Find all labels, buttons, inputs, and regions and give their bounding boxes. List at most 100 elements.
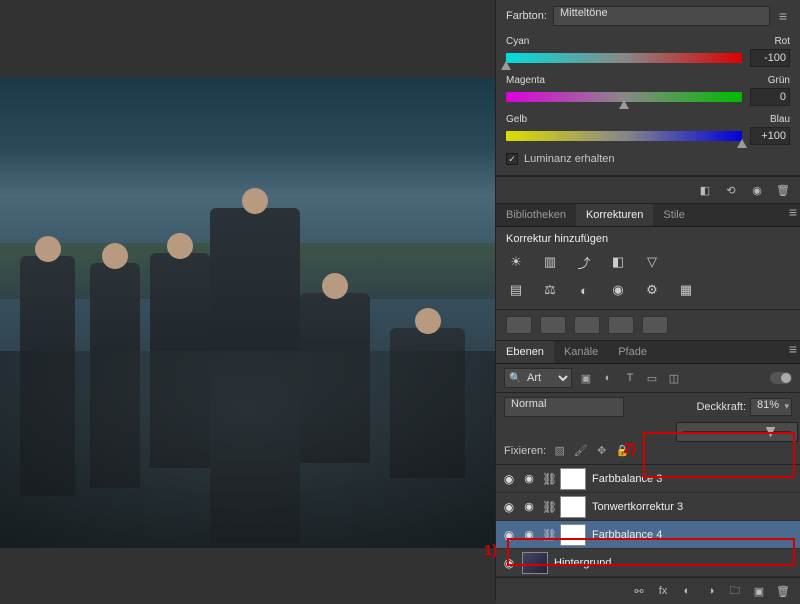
adjustments-heading: Korrektur hinzufügen (506, 233, 790, 245)
layers-panel: Ebenen Kanäle Pfade ≡ 🔍 Art ▣ ◐ T ▭ ◫ (496, 341, 800, 604)
properties-footer: ◧ ⟲ ◉ 🗑 (496, 176, 800, 204)
visibility-toggle-icon[interactable]: ◉ (522, 528, 536, 541)
new-layer-icon[interactable]: ▣ (750, 582, 768, 600)
slider-left-label: Gelb (506, 114, 527, 125)
preset-thumb[interactable] (642, 316, 668, 334)
preset-thumb[interactable] (574, 316, 600, 334)
slider-left-label: Cyan (506, 36, 529, 47)
color-lookup-icon[interactable]: ▦ (676, 281, 696, 299)
layer-row[interactable]: ◉ ◉ ⛓ Farbbalance 4 (496, 521, 800, 549)
layer-name[interactable]: Farbbalance 3 (592, 473, 662, 485)
visibility-toggle-icon[interactable]: ◉ (502, 556, 516, 570)
layer-name[interactable]: Farbbalance 4 (592, 529, 662, 541)
slider-right-label: Blau (770, 114, 790, 125)
filter-type-icon[interactable]: T (622, 370, 638, 386)
lock-pixels-icon[interactable]: 🖌 (573, 443, 588, 458)
adjustment-presets (496, 310, 800, 341)
link-icon[interactable]: ⛓ (542, 500, 554, 514)
reset-icon[interactable]: ⟲ (722, 181, 740, 199)
canvas-area (0, 0, 495, 600)
search-icon: 🔍 (509, 373, 521, 384)
opacity-label: Deckkraft: (696, 401, 746, 413)
annotation-label-2: 2) (623, 440, 636, 457)
bw-icon[interactable]: ◐ (574, 281, 594, 299)
yellow-blue-value[interactable] (750, 127, 790, 145)
layer-thumb[interactable] (560, 524, 586, 546)
slider-right-label: Rot (774, 36, 790, 47)
layer-row[interactable]: ◉ Hintergrund (496, 549, 800, 577)
magenta-green-slider[interactable] (506, 92, 742, 102)
slider-right-label: Grün (768, 75, 790, 86)
layer-name[interactable]: Hintergrund (554, 557, 611, 569)
curves-icon[interactable]: ⤴ (574, 253, 594, 271)
visibility-toggle-icon[interactable]: ◉ (502, 472, 516, 486)
filter-shape-icon[interactable]: ▭ (644, 370, 660, 386)
exposure-icon[interactable]: ◧ (608, 253, 628, 271)
visibility-toggle-icon[interactable]: ◉ (522, 500, 536, 513)
color-balance-panel: Farbton: Mitteltöne ≡ Cyan Rot Magenta G… (496, 0, 800, 176)
visibility-toggle-icon[interactable]: ◉ (522, 472, 536, 485)
lock-transparency-icon[interactable]: ▨ (552, 443, 567, 458)
adjustment-layer-icon[interactable]: ◑ (702, 582, 720, 600)
visibility-toggle-icon[interactable]: ◉ (502, 528, 516, 542)
filter-smart-icon[interactable]: ◫ (666, 370, 682, 386)
filter-pixel-icon[interactable]: ▣ (578, 370, 594, 386)
blend-mode-select[interactable]: Normal (504, 397, 624, 417)
channel-mixer-icon[interactable]: ⚙ (642, 281, 662, 299)
adjustments-body: Korrektur hinzufügen ☀ ▥ ⤴ ◧ ▽ ▤ ⚖ ◐ ◉ ⚙… (496, 227, 800, 310)
lock-position-icon[interactable]: ✥ (594, 443, 609, 458)
yellow-blue-slider[interactable] (506, 131, 742, 141)
clip-to-layer-icon[interactable]: ◧ (696, 181, 714, 199)
link-icon[interactable]: ⛓ (542, 472, 554, 486)
annotation-label-1: 1) (484, 542, 497, 559)
layer-row[interactable]: ◉ ◉ ⛓ Farbbalance 3 (496, 465, 800, 493)
document-photo[interactable] (0, 78, 495, 548)
panel-menu-icon[interactable]: ≡ (786, 204, 800, 226)
tone-select[interactable]: Mitteltöne (553, 6, 770, 26)
layer-thumb[interactable] (560, 496, 586, 518)
visibility-toggle-icon[interactable]: ◉ (502, 500, 516, 514)
tab-stile[interactable]: Stile (653, 204, 694, 226)
vibrance-icon[interactable]: ▽ (642, 253, 662, 271)
trash-icon[interactable]: 🗑 (774, 181, 792, 199)
cyan-red-value[interactable] (750, 49, 790, 67)
preset-thumb[interactable] (540, 316, 566, 334)
opacity-slider[interactable] (676, 422, 798, 442)
tone-label: Farbton: (506, 10, 547, 22)
filter-toggle[interactable] (770, 372, 792, 384)
color-balance-icon[interactable]: ⚖ (540, 281, 560, 299)
levels-icon[interactable]: ▥ (540, 253, 560, 271)
link-icon[interactable]: ⛓ (542, 528, 554, 542)
cyan-red-slider[interactable] (506, 53, 742, 63)
panel-menu-icon[interactable]: ≡ (786, 341, 800, 363)
filter-adjustment-icon[interactable]: ◐ (600, 370, 616, 386)
tab-ebenen[interactable]: Ebenen (496, 341, 554, 363)
adjustments-tabs: Bibliotheken Korrekturen Stile ≡ (496, 204, 800, 227)
mask-icon[interactable]: ◐ (678, 582, 696, 600)
visibility-icon[interactable]: ◉ (748, 181, 766, 199)
tab-korrekturen[interactable]: Korrekturen (576, 204, 653, 226)
layer-thumb[interactable] (560, 468, 586, 490)
layer-thumb[interactable] (522, 552, 548, 574)
preserve-luminance-label: Luminanz erhalten (524, 153, 615, 165)
photo-filter-icon[interactable]: ◉ (608, 281, 628, 299)
slider-left-label: Magenta (506, 75, 545, 86)
tab-bibliotheken[interactable]: Bibliotheken (496, 204, 576, 226)
magenta-green-value[interactable] (750, 88, 790, 106)
opacity-value[interactable]: 81% (750, 398, 792, 416)
panel-menu-icon[interactable]: ≡ (776, 8, 790, 24)
trash-icon[interactable]: 🗑 (774, 582, 792, 600)
fx-icon[interactable]: fx (654, 582, 672, 600)
lock-label: Fixieren: (504, 445, 546, 457)
tab-pfade[interactable]: Pfade (608, 341, 657, 363)
preserve-luminance-checkbox[interactable]: ✓ (506, 153, 518, 165)
preset-thumb[interactable] (506, 316, 532, 334)
preset-thumb[interactable] (608, 316, 634, 334)
brightness-contrast-icon[interactable]: ☀ (506, 253, 526, 271)
group-icon[interactable]: 🗀 (726, 582, 744, 600)
tab-kanaele[interactable]: Kanäle (554, 341, 608, 363)
layer-name[interactable]: Tonwertkorrektur 3 (592, 501, 683, 513)
link-layers-icon[interactable]: ⚯ (630, 582, 648, 600)
layer-row[interactable]: ◉ ◉ ⛓ Tonwertkorrektur 3 (496, 493, 800, 521)
hue-sat-icon[interactable]: ▤ (506, 281, 526, 299)
